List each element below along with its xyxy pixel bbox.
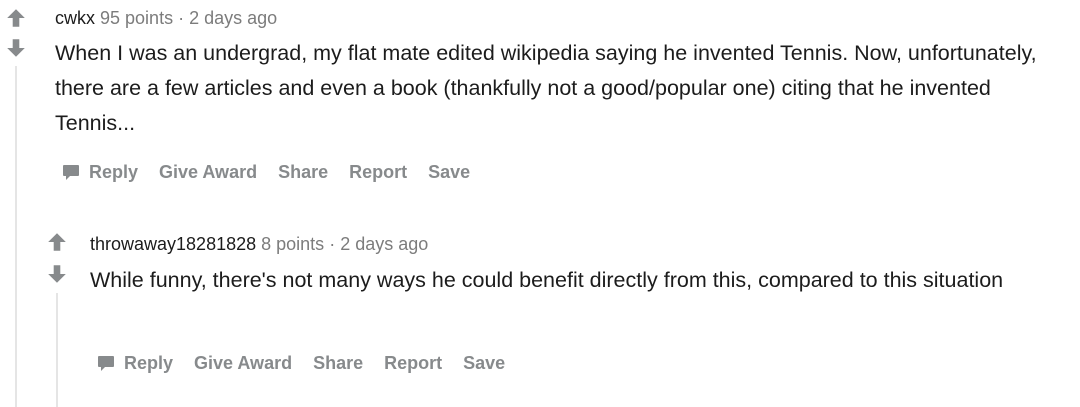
points-count: 8 points bbox=[261, 234, 325, 254]
report-label: Report bbox=[384, 352, 443, 373]
save-button[interactable]: Save bbox=[463, 353, 505, 374]
upvote-button[interactable] bbox=[45, 230, 69, 254]
downvote-arrow-icon bbox=[48, 265, 66, 283]
thread-line[interactable] bbox=[56, 293, 58, 407]
report-button[interactable]: Report bbox=[384, 353, 442, 374]
reply-label: Reply bbox=[124, 352, 174, 373]
vote-column bbox=[45, 230, 69, 286]
meta-separator: · bbox=[329, 234, 336, 254]
comment-actions: Reply Give Award Share Report Save bbox=[96, 351, 526, 375]
give-award-button[interactable]: Give Award bbox=[194, 353, 292, 374]
share-label: Share bbox=[313, 352, 364, 373]
reply-button[interactable]: Reply bbox=[96, 353, 173, 374]
timestamp[interactable]: 2 days ago bbox=[340, 234, 428, 254]
comment-body: While funny, there's not many ways he co… bbox=[90, 268, 1004, 292]
save-label: Save bbox=[463, 352, 506, 373]
comment-bubble-icon bbox=[98, 356, 114, 371]
upvote-arrow-icon bbox=[48, 233, 66, 251]
comment-meta: throwaway18281828 8 points · 2 days ago bbox=[90, 232, 428, 256]
downvote-button[interactable] bbox=[45, 262, 69, 286]
give-award-label: Give Award bbox=[194, 352, 293, 373]
author-link[interactable]: throwaway18281828 bbox=[90, 234, 256, 254]
reply-comment: throwaway18281828 8 points · 2 days ago … bbox=[0, 0, 1080, 407]
share-button[interactable]: Share bbox=[313, 353, 363, 374]
